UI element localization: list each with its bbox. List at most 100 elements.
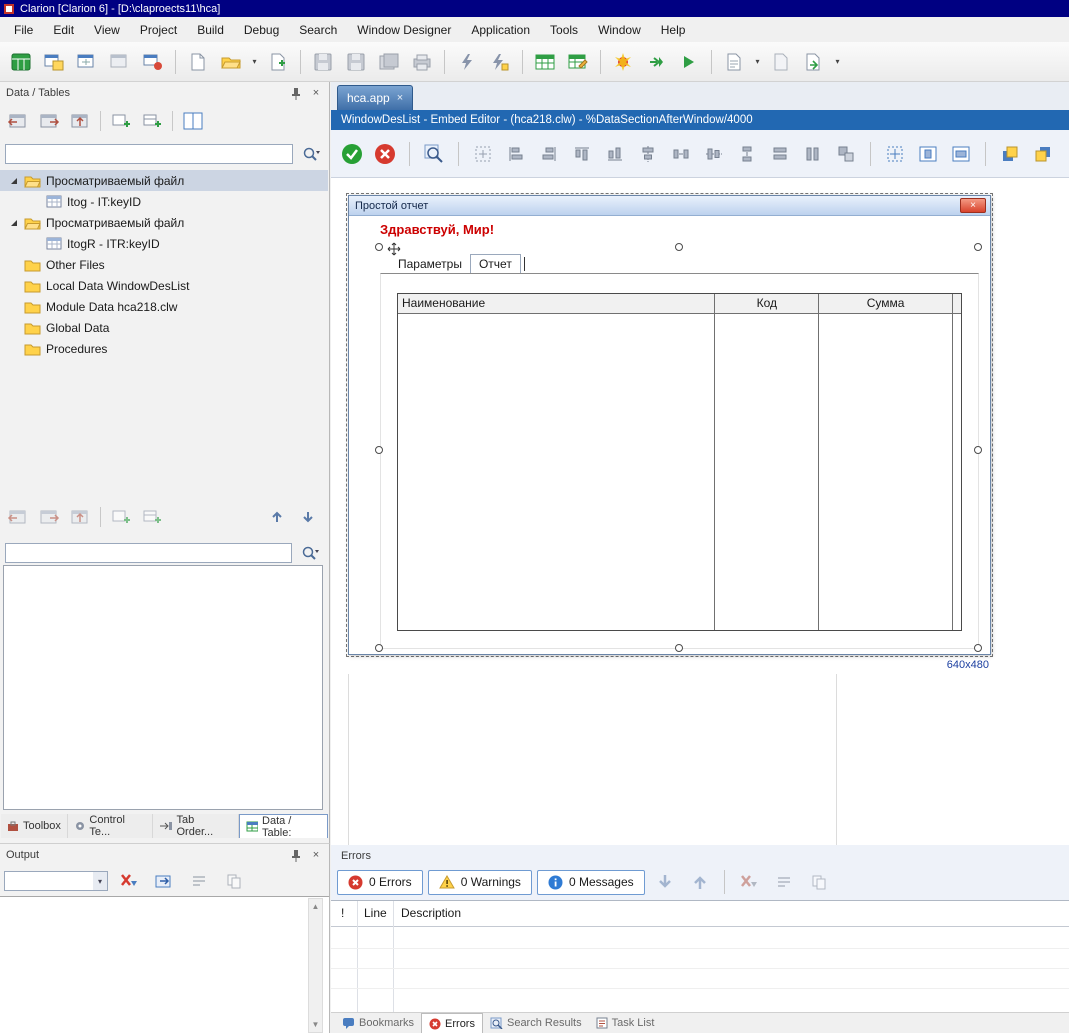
goto-next-icon[interactable] — [35, 108, 63, 134]
output-scrollbar[interactable]: ▲ ▼ — [308, 898, 323, 1033]
save-all-icon[interactable] — [374, 47, 404, 77]
module-doc-icon[interactable] — [766, 47, 796, 77]
selection-handle[interactable] — [675, 243, 683, 251]
goto-output-icon[interactable] — [150, 868, 178, 894]
center-vertical-icon[interactable] — [701, 141, 727, 167]
tab-bookmarks[interactable]: Bookmarks — [335, 1013, 421, 1033]
same-width-icon[interactable] — [767, 141, 793, 167]
warnings-filter-button[interactable]: 0 Warnings — [428, 870, 532, 895]
menu-window[interactable]: Window — [588, 19, 651, 41]
snap-grid-icon[interactable] — [882, 141, 908, 167]
expand-arrow-icon[interactable] — [8, 219, 19, 227]
generate-source-icon[interactable] — [799, 47, 829, 77]
open-folder-icon[interactable] — [216, 47, 246, 77]
menu-debug[interactable]: Debug — [234, 19, 289, 41]
close-panel-icon[interactable]: × — [309, 86, 323, 100]
align-bottom-icon[interactable] — [602, 141, 628, 167]
tab-control-templates[interactable]: Control Te... — [68, 814, 153, 838]
tree-item-folder[interactable]: Other Files — [0, 254, 328, 275]
data-dictionary-icon[interactable] — [530, 47, 560, 77]
build-lightning-icon[interactable] — [452, 47, 482, 77]
selection-icon[interactable] — [470, 141, 496, 167]
word-wrap-icon[interactable] — [185, 868, 213, 894]
selection-handle[interactable] — [375, 243, 383, 251]
pin-icon[interactable] — [289, 848, 303, 862]
application-disabled-icon[interactable] — [105, 47, 135, 77]
application-wizard-icon[interactable] — [39, 47, 69, 77]
run-play-icon[interactable] — [674, 47, 704, 77]
new-file-icon[interactable] — [183, 47, 213, 77]
tree-item-folder[interactable]: Просматриваемый файл — [0, 212, 328, 233]
selection-handle[interactable] — [974, 644, 982, 652]
rebuild-lightning-icon[interactable] — [485, 47, 515, 77]
table-edit-icon[interactable] — [563, 47, 593, 77]
split-columns-icon[interactable] — [179, 108, 207, 134]
next-error-icon[interactable] — [650, 869, 680, 895]
list-column-header[interactable]: Наименование — [398, 294, 714, 314]
application-open-icon[interactable] — [72, 47, 102, 77]
save-icon[interactable] — [308, 47, 338, 77]
document-tab-close-icon[interactable]: × — [397, 92, 403, 104]
designer-tab-parameters[interactable]: Параметры — [390, 255, 470, 273]
list-column-header[interactable]: Сумма — [819, 294, 952, 314]
align-top-icon[interactable] — [569, 141, 595, 167]
tab-data-tables[interactable]: Data / Table: — [239, 814, 328, 838]
save-as-icon[interactable] — [341, 47, 371, 77]
errors-table[interactable]: ! Line Description — [331, 900, 1069, 1012]
open-folder-caret-icon[interactable]: ▾ — [249, 47, 260, 77]
new-item-icon[interactable] — [263, 47, 293, 77]
column-description[interactable]: Description — [401, 906, 461, 920]
copy-output-icon[interactable] — [220, 868, 248, 894]
goto-definition-icon[interactable] — [66, 504, 94, 530]
print-icon[interactable] — [407, 47, 437, 77]
new-application-icon[interactable] — [6, 47, 36, 77]
tab-task-list[interactable]: Task List — [589, 1013, 662, 1033]
add-table-icon[interactable] — [107, 108, 135, 134]
list-control[interactable]: Наименование Код Сумма — [397, 293, 962, 631]
tree-item-folder[interactable]: Procedures — [0, 338, 328, 359]
scroll-down-icon[interactable]: ▼ — [312, 1017, 320, 1032]
selection-handle[interactable] — [974, 243, 982, 251]
selection-handle[interactable] — [675, 644, 683, 652]
center-window-h-icon[interactable] — [915, 141, 941, 167]
space-vertical-icon[interactable] — [734, 141, 760, 167]
pin-icon[interactable] — [289, 86, 303, 100]
clear-errors-icon[interactable] — [734, 869, 764, 895]
designer-tab-report[interactable]: Отчет — [470, 254, 521, 274]
selection-handle[interactable] — [375, 446, 383, 454]
menu-search[interactable]: Search — [289, 19, 347, 41]
same-height-icon[interactable] — [800, 141, 826, 167]
messages-filter-button[interactable]: 0 Messages — [537, 870, 645, 895]
toggle-list-icon[interactable] — [769, 869, 799, 895]
tree-item-folder[interactable]: Просматриваемый файл — [0, 170, 328, 191]
tree-item-folder[interactable]: Module Data hca218.clw — [0, 296, 328, 317]
sidebar-lower-search-button[interactable] — [297, 542, 323, 564]
align-left-icon[interactable] — [503, 141, 529, 167]
designed-window-close-button[interactable]: × — [960, 198, 986, 213]
document-tab-hca-app[interactable]: hca.app × — [337, 85, 413, 110]
menu-project[interactable]: Project — [130, 19, 187, 41]
goto-definition-icon[interactable] — [66, 108, 94, 134]
sidebar-search-button[interactable] — [298, 143, 324, 165]
space-horizontal-icon[interactable] — [668, 141, 694, 167]
menu-application[interactable]: Application — [461, 19, 540, 41]
designed-window-titlebar[interactable]: Простой отчет × — [349, 196, 990, 216]
align-right-icon[interactable] — [536, 141, 562, 167]
add-key-icon[interactable] — [138, 504, 166, 530]
compile-burst-icon[interactable] — [608, 47, 638, 77]
menu-help[interactable]: Help — [651, 19, 696, 41]
designer-canvas[interactable]: Простой отчет × Здравствуй, Мир! Парамет… — [331, 178, 1069, 845]
selection-handle[interactable] — [974, 446, 982, 454]
designed-window[interactable]: Простой отчет × Здравствуй, Мир! Парамет… — [348, 195, 991, 655]
tab-toolbox[interactable]: Toolbox — [1, 814, 68, 838]
generate-source-caret-icon[interactable]: ▾ — [832, 47, 843, 77]
tab-errors[interactable]: Errors — [421, 1013, 483, 1033]
tree-item-folder[interactable]: Local Data WindowDesList — [0, 275, 328, 296]
copy-errors-icon[interactable] — [804, 869, 834, 895]
sidebar-detail-list[interactable] — [3, 565, 323, 810]
view-source-icon[interactable] — [719, 47, 749, 77]
add-table-icon[interactable] — [107, 504, 135, 530]
applications-list-icon[interactable] — [138, 47, 168, 77]
bring-front-icon[interactable] — [997, 141, 1023, 167]
center-window-v-icon[interactable] — [948, 141, 974, 167]
